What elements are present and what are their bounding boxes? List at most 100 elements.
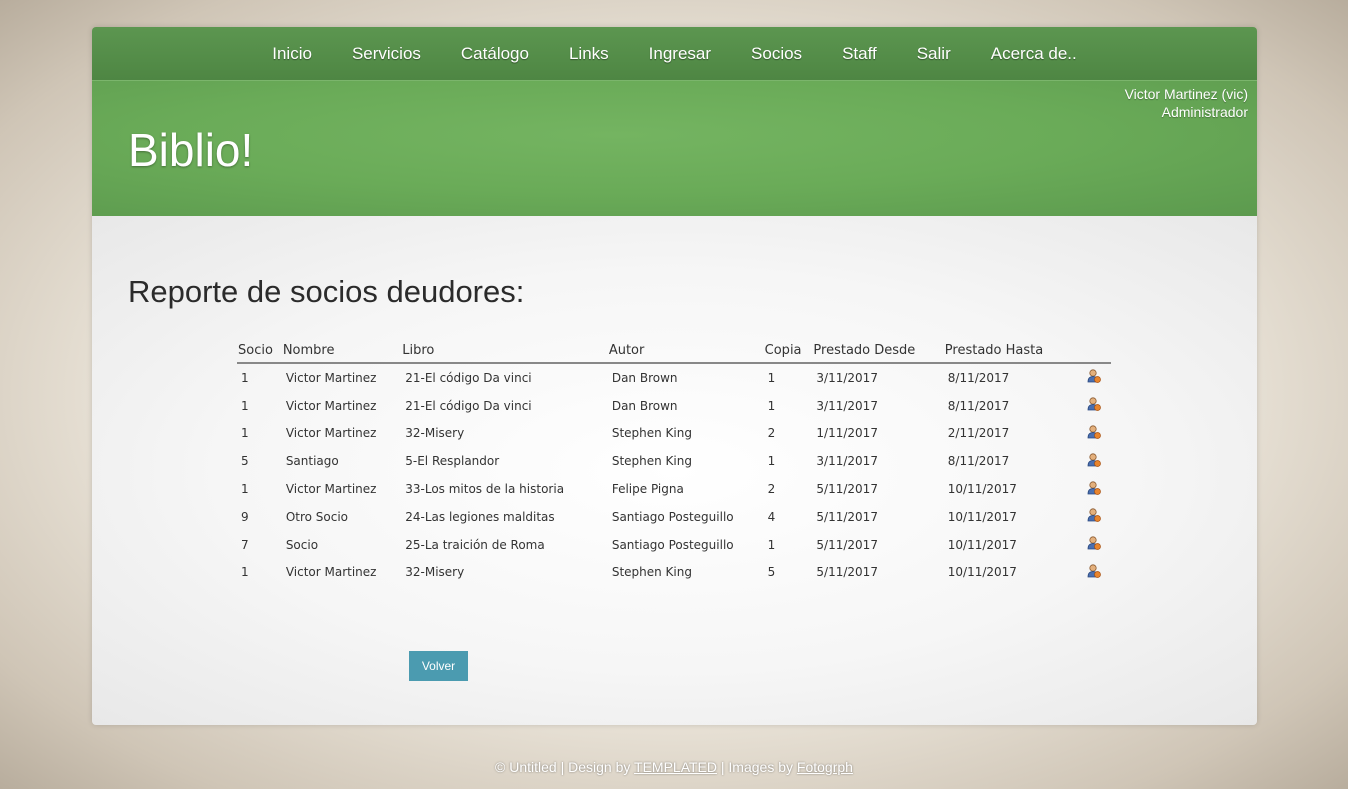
cell-nombre: Victor Martinez — [285, 370, 377, 385]
cell-nombre: Otro Socio — [285, 509, 349, 524]
cell-prestado-desde: 5/11/2017 — [816, 482, 878, 497]
cell-action — [1075, 363, 1111, 392]
cell-socio: 9 — [241, 509, 249, 524]
cell-prestado-desde: 5/11/2017 — [816, 565, 878, 580]
column-header-copia: Copia — [763, 340, 813, 364]
cell-libro: 25-La traición de Roma — [405, 537, 545, 552]
main-nav: Inicio Servicios Catálogo Links Ingresar… — [92, 27, 1257, 81]
debtors-table: Socio Nombre Libro Autor Copia Prestado … — [237, 340, 1111, 586]
table-row: 1 Victor Martinez 32-Misery Stephen King 5 5/… — [237, 559, 1111, 587]
user-info: Victor Martinez (vic) Administrador — [1125, 85, 1248, 121]
cell-socio: 1 — [241, 426, 249, 441]
column-header-socio: Socio — [237, 340, 282, 364]
site-logo[interactable]: Biblio! — [128, 123, 253, 177]
cell-copia: 1 — [767, 370, 776, 385]
nav-item-socios[interactable]: Socios — [751, 44, 802, 64]
nav-item-catalogo[interactable]: Catálogo — [461, 44, 529, 64]
table-row: 1 Victor Martinez 21-El código Da vinci Dan… — [237, 363, 1111, 392]
table-body: 1 Victor Martinez 21-El código Da vinci Dan… — [237, 363, 1111, 586]
cell-socio: 1 — [241, 565, 249, 580]
user-name: Victor Martinez (vic) — [1124, 86, 1248, 102]
table-row: 1 Victor Martinez 32-Misery Stephen King 2 1/… — [237, 420, 1111, 448]
cell-copia: 5 — [767, 565, 776, 580]
cell-prestado-hasta: 8/11/2017 — [947, 370, 1010, 385]
user-icon[interactable] — [1087, 508, 1102, 525]
volver-button[interactable]: Volver — [409, 651, 468, 681]
cell-autor: Stephen King — [611, 565, 692, 580]
cell-action — [1075, 475, 1111, 503]
column-header-prestado-desde: Prestado Desde — [812, 340, 944, 364]
cell-libro: 33-Los mitos de la historia — [405, 482, 565, 497]
nav-item-salir[interactable]: Salir — [917, 44, 951, 64]
cell-autor: Stephen King — [611, 454, 692, 469]
footer-design-link[interactable]: TEMPLATED — [634, 759, 717, 775]
table-row: 1 Victor Martinez 21-El código Da vinci Dan… — [237, 392, 1111, 420]
cell-prestado-desde: 3/11/2017 — [816, 370, 878, 385]
cell-nombre: Santiago — [285, 454, 339, 469]
cell-prestado-hasta: 10/11/2017 — [947, 509, 1017, 524]
column-header-nombre: Nombre — [281, 340, 402, 364]
cell-copia: 4 — [767, 509, 776, 524]
column-header-action — [1075, 340, 1111, 364]
cell-copia: 1 — [767, 454, 776, 469]
cell-action — [1075, 392, 1111, 420]
user-icon[interactable] — [1087, 397, 1102, 414]
cell-libro: 21-El código Da vinci — [405, 370, 532, 385]
cell-prestado-desde: 1/11/2017 — [816, 426, 878, 441]
cell-action — [1075, 559, 1111, 587]
cell-copia: 1 — [767, 398, 776, 413]
cell-nombre: Victor Martinez — [285, 398, 377, 413]
footer-images-link[interactable]: Fotogrph — [797, 759, 853, 775]
cell-autor: Santiago Posteguillo — [611, 509, 734, 524]
cell-nombre: Socio — [285, 537, 319, 552]
cell-nombre: Victor Martinez — [285, 426, 377, 441]
nav-item-inicio[interactable]: Inicio — [272, 44, 312, 64]
user-icon[interactable] — [1087, 453, 1102, 470]
table-row: 1 Victor Martinez 33-Los mitos de la histo… — [237, 475, 1111, 503]
cell-prestado-desde: 5/11/2017 — [816, 537, 878, 552]
table-row: 9 Otro Socio 24-Las legiones malditas Santi… — [237, 503, 1111, 531]
cell-nombre: Victor Martinez — [285, 565, 377, 580]
cell-autor: Dan Brown — [611, 398, 678, 413]
cell-autor: Dan Brown — [611, 370, 678, 385]
nav-item-staff[interactable]: Staff — [842, 44, 877, 64]
cell-prestado-hasta: 10/11/2017 — [947, 565, 1017, 580]
cell-libro: 32-Misery — [405, 565, 465, 580]
user-icon[interactable] — [1087, 425, 1102, 442]
cell-libro: 21-El código Da vinci — [405, 398, 532, 413]
cell-prestado-desde: 3/11/2017 — [816, 454, 878, 469]
cell-autor: Felipe Pigna — [611, 482, 684, 497]
cell-action — [1075, 420, 1111, 448]
cell-prestado-desde: 3/11/2017 — [816, 398, 878, 413]
nav-item-servicios[interactable]: Servicios — [352, 44, 421, 64]
main-content: Reporte de socios deudores: Socio Nombre… — [92, 216, 1257, 725]
cell-libro: 32-Misery — [405, 426, 465, 441]
cell-prestado-desde: 5/11/2017 — [816, 509, 878, 524]
cell-socio: 1 — [241, 370, 249, 385]
cell-socio: 1 — [241, 482, 249, 497]
user-icon[interactable] — [1087, 369, 1102, 386]
user-role: Administrador — [1161, 104, 1248, 120]
table-header-row: Socio Nombre Libro Autor Copia Prestado … — [237, 340, 1111, 364]
cell-autor: Santiago Posteguillo — [611, 537, 734, 552]
header-banner: Biblio! Victor Martinez (vic) Administra… — [92, 81, 1257, 216]
cell-prestado-hasta: 10/11/2017 — [947, 537, 1017, 552]
footer: © Untitled | Design by TEMPLATED | Image… — [0, 759, 1348, 775]
footer-middle: | Images by — [717, 759, 797, 775]
column-header-prestado-hasta: Prestado Hasta — [943, 340, 1076, 364]
nav-item-ingresar[interactable]: Ingresar — [649, 44, 711, 64]
nav-item-links[interactable]: Links — [569, 44, 609, 64]
cell-copia: 1 — [767, 537, 776, 552]
nav-item-acerca[interactable]: Acerca de.. — [991, 44, 1077, 64]
page-wrapper: Inicio Servicios Catálogo Links Ingresar… — [92, 27, 1257, 725]
cell-copia: 2 — [767, 482, 776, 497]
cell-socio: 1 — [241, 398, 249, 413]
table-row: 5 Santiago 5-El Resplandor Stephen King 1 3/1… — [237, 447, 1111, 475]
column-header-autor: Autor — [607, 340, 764, 364]
cell-socio: 7 — [241, 537, 249, 552]
cell-autor: Stephen King — [611, 426, 692, 441]
footer-prefix: © Untitled | Design by — [495, 759, 635, 775]
user-icon[interactable] — [1087, 480, 1102, 498]
user-icon[interactable] — [1087, 564, 1102, 581]
user-icon[interactable] — [1087, 536, 1102, 553]
